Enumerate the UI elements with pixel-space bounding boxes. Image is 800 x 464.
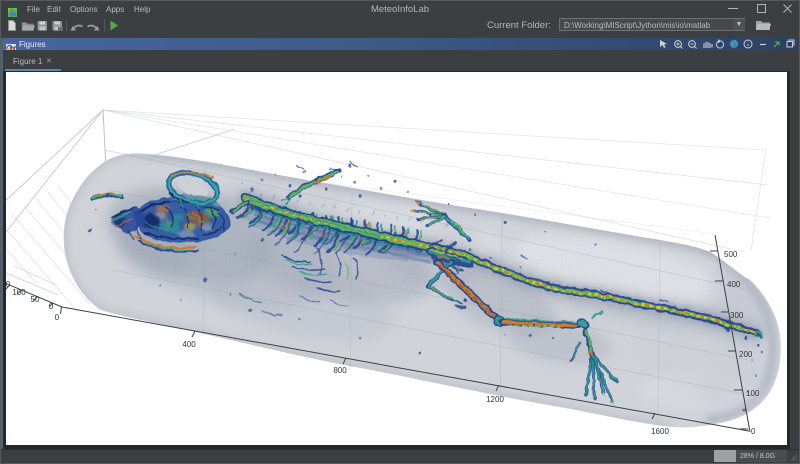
svg-text:400: 400	[182, 340, 196, 349]
svg-text:400: 400	[727, 280, 741, 289]
svg-text:0: 0	[49, 302, 54, 311]
svg-text:0: 0	[751, 427, 756, 436]
svg-text:100: 100	[746, 389, 760, 398]
svg-text:200: 200	[739, 350, 753, 359]
svg-text:1600: 1600	[651, 427, 669, 436]
svg-text:100: 100	[12, 288, 26, 297]
svg-text:50: 50	[31, 295, 40, 304]
svg-text:1200: 1200	[486, 395, 504, 404]
svg-text:0: 0	[6, 280, 11, 289]
svg-text:300: 300	[730, 311, 744, 320]
svg-text:800: 800	[333, 366, 347, 375]
svg-text:500: 500	[724, 250, 738, 259]
svg-text:0: 0	[55, 313, 60, 322]
